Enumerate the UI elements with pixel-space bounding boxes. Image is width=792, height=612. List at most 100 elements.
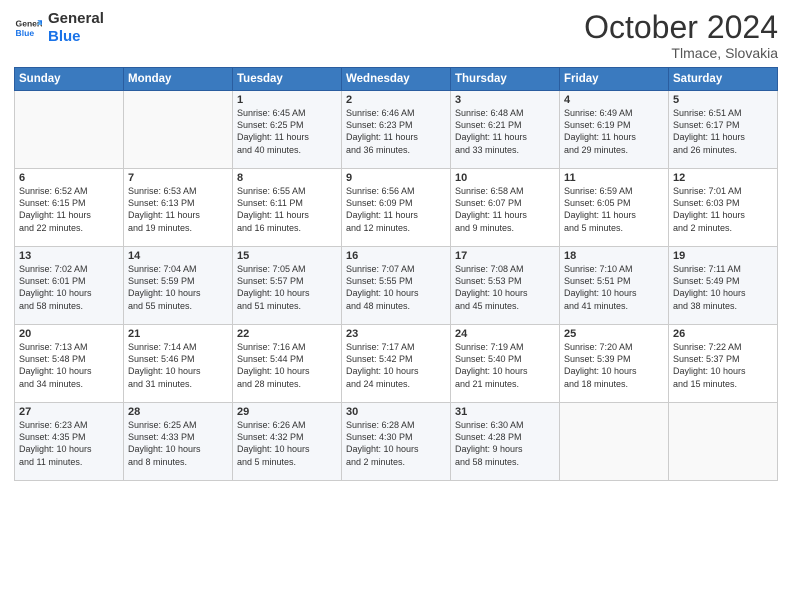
month-title: October 2024: [584, 10, 778, 45]
day-number: 29: [237, 406, 337, 418]
calendar-week-2: 6Sunrise: 6:52 AM Sunset: 6:15 PM Daylig…: [15, 169, 778, 247]
weekday-header-thursday: Thursday: [451, 68, 560, 91]
calendar-cell: 7Sunrise: 6:53 AM Sunset: 6:13 PM Daylig…: [124, 169, 233, 247]
day-detail: Sunrise: 7:05 AM Sunset: 5:57 PM Dayligh…: [237, 263, 337, 312]
day-detail: Sunrise: 6:46 AM Sunset: 6:23 PM Dayligh…: [346, 107, 446, 156]
day-detail: Sunrise: 7:11 AM Sunset: 5:49 PM Dayligh…: [673, 263, 773, 312]
day-number: 26: [673, 328, 773, 340]
calendar-cell: 19Sunrise: 7:11 AM Sunset: 5:49 PM Dayli…: [669, 247, 778, 325]
calendar-cell: 26Sunrise: 7:22 AM Sunset: 5:37 PM Dayli…: [669, 325, 778, 403]
weekday-header-sunday: Sunday: [15, 68, 124, 91]
calendar-cell: 22Sunrise: 7:16 AM Sunset: 5:44 PM Dayli…: [233, 325, 342, 403]
calendar-cell: 21Sunrise: 7:14 AM Sunset: 5:46 PM Dayli…: [124, 325, 233, 403]
calendar-cell: 29Sunrise: 6:26 AM Sunset: 4:32 PM Dayli…: [233, 403, 342, 481]
calendar-cell: 23Sunrise: 7:17 AM Sunset: 5:42 PM Dayli…: [342, 325, 451, 403]
location: Tlmace, Slovakia: [584, 45, 778, 61]
day-number: 27: [19, 406, 119, 418]
day-detail: Sunrise: 7:17 AM Sunset: 5:42 PM Dayligh…: [346, 341, 446, 390]
day-detail: Sunrise: 6:56 AM Sunset: 6:09 PM Dayligh…: [346, 185, 446, 234]
calendar-cell: [15, 91, 124, 169]
calendar-cell: 20Sunrise: 7:13 AM Sunset: 5:48 PM Dayli…: [15, 325, 124, 403]
calendar-cell: 5Sunrise: 6:51 AM Sunset: 6:17 PM Daylig…: [669, 91, 778, 169]
day-detail: Sunrise: 6:48 AM Sunset: 6:21 PM Dayligh…: [455, 107, 555, 156]
calendar-cell: 10Sunrise: 6:58 AM Sunset: 6:07 PM Dayli…: [451, 169, 560, 247]
weekday-header-saturday: Saturday: [669, 68, 778, 91]
day-detail: Sunrise: 6:26 AM Sunset: 4:32 PM Dayligh…: [237, 419, 337, 468]
day-detail: Sunrise: 7:20 AM Sunset: 5:39 PM Dayligh…: [564, 341, 664, 390]
svg-text:General: General: [16, 18, 42, 28]
logo-text-blue: Blue: [48, 28, 104, 46]
logo-icon: General Blue: [14, 14, 42, 42]
day-number: 30: [346, 406, 446, 418]
day-detail: Sunrise: 6:23 AM Sunset: 4:35 PM Dayligh…: [19, 419, 119, 468]
calendar-cell: 12Sunrise: 7:01 AM Sunset: 6:03 PM Dayli…: [669, 169, 778, 247]
calendar-week-5: 27Sunrise: 6:23 AM Sunset: 4:35 PM Dayli…: [15, 403, 778, 481]
calendar-cell: 28Sunrise: 6:25 AM Sunset: 4:33 PM Dayli…: [124, 403, 233, 481]
day-number: 8: [237, 172, 337, 184]
day-detail: Sunrise: 7:02 AM Sunset: 6:01 PM Dayligh…: [19, 263, 119, 312]
calendar-week-3: 13Sunrise: 7:02 AM Sunset: 6:01 PM Dayli…: [15, 247, 778, 325]
day-detail: Sunrise: 7:07 AM Sunset: 5:55 PM Dayligh…: [346, 263, 446, 312]
calendar-cell: 27Sunrise: 6:23 AM Sunset: 4:35 PM Dayli…: [15, 403, 124, 481]
day-detail: Sunrise: 6:55 AM Sunset: 6:11 PM Dayligh…: [237, 185, 337, 234]
day-detail: Sunrise: 7:22 AM Sunset: 5:37 PM Dayligh…: [673, 341, 773, 390]
day-detail: Sunrise: 6:52 AM Sunset: 6:15 PM Dayligh…: [19, 185, 119, 234]
day-detail: Sunrise: 6:25 AM Sunset: 4:33 PM Dayligh…: [128, 419, 228, 468]
calendar-cell: 9Sunrise: 6:56 AM Sunset: 6:09 PM Daylig…: [342, 169, 451, 247]
day-detail: Sunrise: 6:58 AM Sunset: 6:07 PM Dayligh…: [455, 185, 555, 234]
day-detail: Sunrise: 7:10 AM Sunset: 5:51 PM Dayligh…: [564, 263, 664, 312]
day-number: 1: [237, 94, 337, 106]
day-number: 14: [128, 250, 228, 262]
calendar-cell: [124, 91, 233, 169]
calendar-container: General Blue General Blue October 2024 T…: [0, 0, 792, 612]
day-detail: Sunrise: 7:08 AM Sunset: 5:53 PM Dayligh…: [455, 263, 555, 312]
logo-text-general: General: [48, 10, 104, 28]
day-number: 6: [19, 172, 119, 184]
calendar-cell: [669, 403, 778, 481]
calendar-cell: [560, 403, 669, 481]
day-detail: Sunrise: 7:13 AM Sunset: 5:48 PM Dayligh…: [19, 341, 119, 390]
calendar-cell: 3Sunrise: 6:48 AM Sunset: 6:21 PM Daylig…: [451, 91, 560, 169]
day-number: 3: [455, 94, 555, 106]
day-number: 18: [564, 250, 664, 262]
weekday-header-row: SundayMondayTuesdayWednesdayThursdayFrid…: [15, 68, 778, 91]
day-number: 4: [564, 94, 664, 106]
calendar-body: 1Sunrise: 6:45 AM Sunset: 6:25 PM Daylig…: [15, 91, 778, 481]
calendar-cell: 16Sunrise: 7:07 AM Sunset: 5:55 PM Dayli…: [342, 247, 451, 325]
day-number: 2: [346, 94, 446, 106]
day-detail: Sunrise: 7:01 AM Sunset: 6:03 PM Dayligh…: [673, 185, 773, 234]
day-number: 24: [455, 328, 555, 340]
day-number: 13: [19, 250, 119, 262]
calendar-cell: 18Sunrise: 7:10 AM Sunset: 5:51 PM Dayli…: [560, 247, 669, 325]
weekday-header-wednesday: Wednesday: [342, 68, 451, 91]
day-number: 7: [128, 172, 228, 184]
day-number: 12: [673, 172, 773, 184]
weekday-header-monday: Monday: [124, 68, 233, 91]
day-detail: Sunrise: 6:59 AM Sunset: 6:05 PM Dayligh…: [564, 185, 664, 234]
weekday-header-tuesday: Tuesday: [233, 68, 342, 91]
day-detail: Sunrise: 6:30 AM Sunset: 4:28 PM Dayligh…: [455, 419, 555, 468]
day-number: 9: [346, 172, 446, 184]
day-detail: Sunrise: 6:51 AM Sunset: 6:17 PM Dayligh…: [673, 107, 773, 156]
day-number: 15: [237, 250, 337, 262]
header: General Blue General Blue October 2024 T…: [14, 10, 778, 61]
day-detail: Sunrise: 6:49 AM Sunset: 6:19 PM Dayligh…: [564, 107, 664, 156]
calendar-cell: 1Sunrise: 6:45 AM Sunset: 6:25 PM Daylig…: [233, 91, 342, 169]
calendar-cell: 30Sunrise: 6:28 AM Sunset: 4:30 PM Dayli…: [342, 403, 451, 481]
day-detail: Sunrise: 7:16 AM Sunset: 5:44 PM Dayligh…: [237, 341, 337, 390]
calendar-cell: 6Sunrise: 6:52 AM Sunset: 6:15 PM Daylig…: [15, 169, 124, 247]
weekday-header-friday: Friday: [560, 68, 669, 91]
calendar-cell: 25Sunrise: 7:20 AM Sunset: 5:39 PM Dayli…: [560, 325, 669, 403]
day-number: 20: [19, 328, 119, 340]
day-number: 10: [455, 172, 555, 184]
day-number: 28: [128, 406, 228, 418]
calendar-week-4: 20Sunrise: 7:13 AM Sunset: 5:48 PM Dayli…: [15, 325, 778, 403]
calendar-table: SundayMondayTuesdayWednesdayThursdayFrid…: [14, 67, 778, 481]
calendar-cell: 13Sunrise: 7:02 AM Sunset: 6:01 PM Dayli…: [15, 247, 124, 325]
day-number: 22: [237, 328, 337, 340]
day-number: 23: [346, 328, 446, 340]
calendar-cell: 11Sunrise: 6:59 AM Sunset: 6:05 PM Dayli…: [560, 169, 669, 247]
day-number: 19: [673, 250, 773, 262]
calendar-cell: 24Sunrise: 7:19 AM Sunset: 5:40 PM Dayli…: [451, 325, 560, 403]
calendar-cell: 4Sunrise: 6:49 AM Sunset: 6:19 PM Daylig…: [560, 91, 669, 169]
